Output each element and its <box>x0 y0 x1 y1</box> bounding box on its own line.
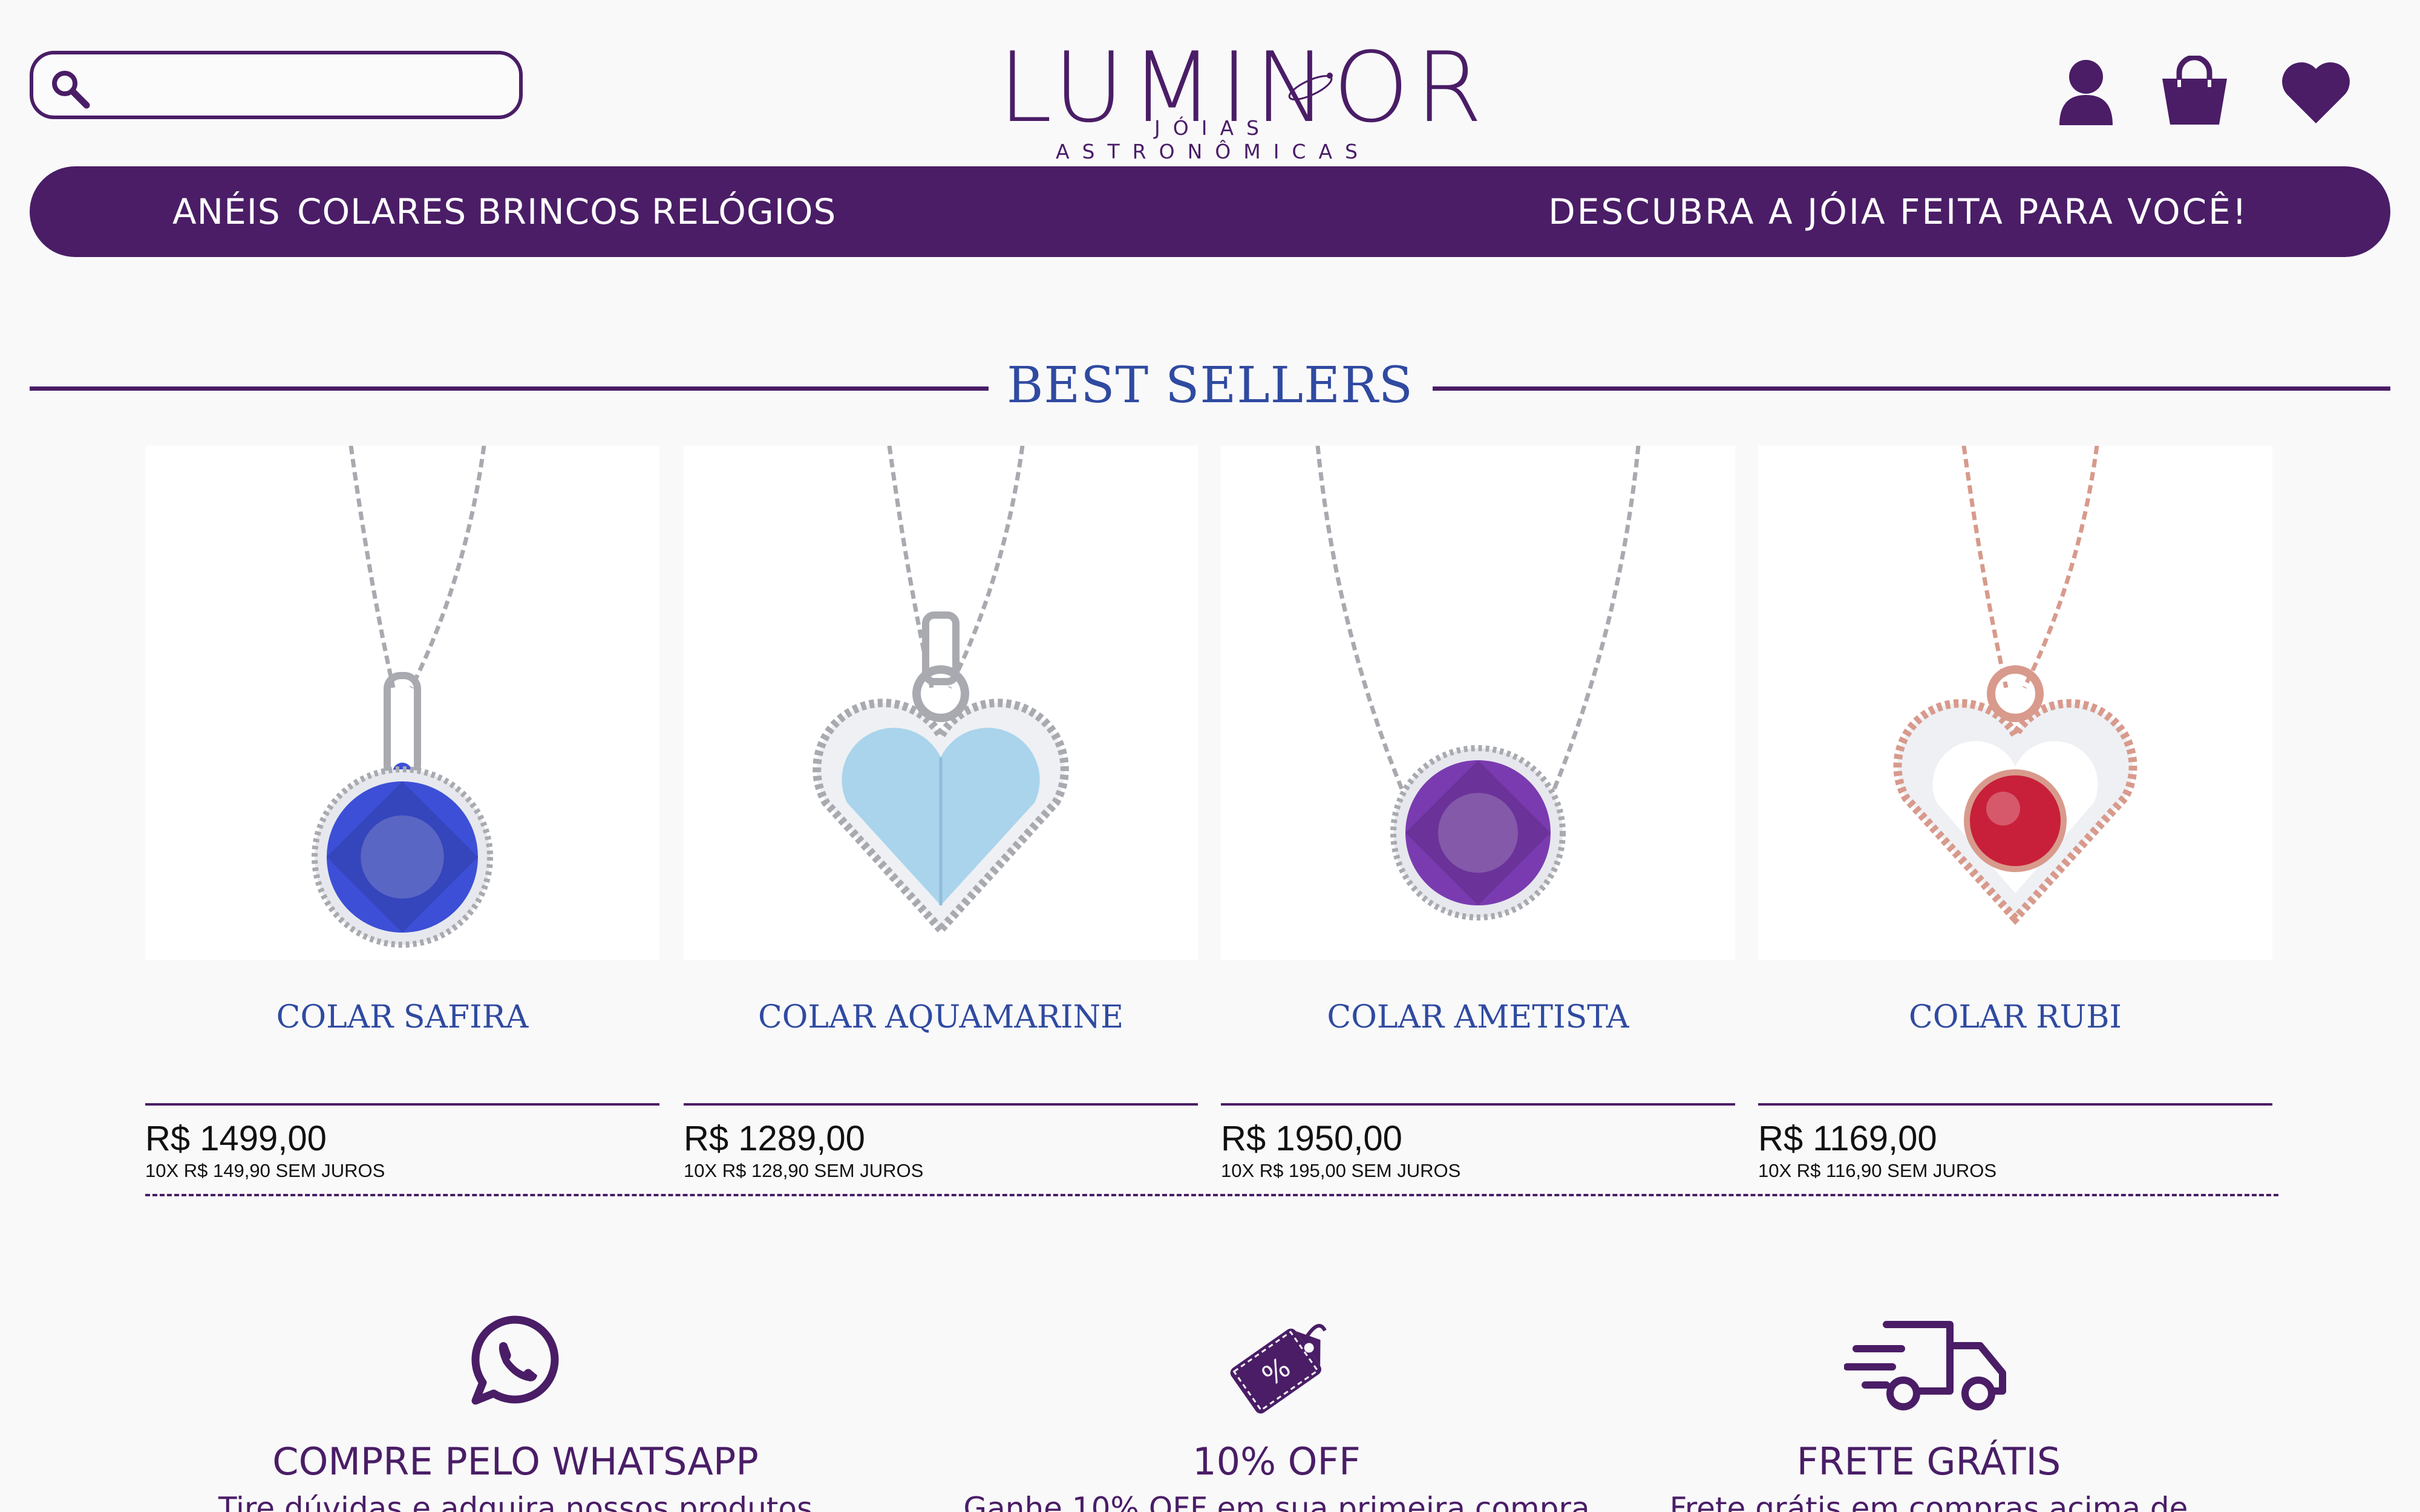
search-input[interactable] <box>103 68 502 104</box>
product-price: R$ 1499,00 <box>145 1119 327 1158</box>
product-name[interactable]: COLAR AQUAMARINE <box>684 999 1198 1035</box>
user-icon[interactable] <box>2056 57 2116 127</box>
product-name[interactable]: COLAR AMETISTA <box>1221 999 1735 1035</box>
product-installments: 10X R$ 195,00 SEM JUROS <box>1221 1160 1461 1181</box>
nav-tagline: DESCUBRA A JÓIA FEITA PARA VOCÊ! <box>1548 191 2248 232</box>
necklace-pendant-illustration <box>813 445 1069 936</box>
product-price: R$ 1950,00 <box>1221 1119 1402 1158</box>
section-divider-left <box>30 386 989 391</box>
product-divider <box>145 1103 659 1106</box>
product-image[interactable] <box>1758 445 2272 960</box>
product-name[interactable]: COLAR RUBI <box>1758 999 2272 1035</box>
product-divider <box>1221 1103 1735 1106</box>
product-card[interactable]: COLAR RUBI R$ 1169,00 10X R$ 116,90 SEM JU… <box>1758 445 2272 1190</box>
section-divider-right <box>1433 386 2390 391</box>
product-image[interactable] <box>1221 445 1735 960</box>
feature-title: FRETE GRÁTIS <box>1796 1439 2061 1484</box>
product-name[interactable]: COLAR SAFIRA <box>145 999 659 1035</box>
product-divider <box>1758 1103 2272 1106</box>
products-bottom-divider <box>145 1194 2278 1196</box>
delivery-truck-icon <box>1844 1321 2006 1410</box>
nav-item-aneis[interactable]: ANÉIS <box>172 191 281 233</box>
necklace-pendant-illustration <box>312 445 493 948</box>
discount-tag-icon: % <box>1230 1324 1327 1414</box>
feature-title: COMPRE PELO WHATSAPP <box>272 1439 759 1484</box>
product-price: R$ 1169,00 <box>1758 1119 1937 1158</box>
search-icon[interactable] <box>47 65 95 114</box>
nav-item-colares[interactable]: COLARES <box>297 191 466 233</box>
product-card[interactable]: COLAR SAFIRA R$ 1499,00 10X R$ 149,90 SEM … <box>145 445 659 1190</box>
product-installments: 10X R$ 128,90 SEM JUROS <box>684 1160 924 1181</box>
product-image[interactable] <box>145 445 659 960</box>
feature-discount[interactable]: % 10% OFF Ganhe 10% OFF em sua primeira … <box>944 1312 1609 1512</box>
heart-icon[interactable] <box>2280 60 2352 126</box>
section-title: BEST SELLERS <box>1007 357 1413 414</box>
shopping-bag-icon[interactable] <box>2160 56 2229 127</box>
nav-item-relogios[interactable]: RELÓGIOS <box>652 191 836 233</box>
product-installments: 10X R$ 116,90 SEM JUROS <box>1758 1160 1996 1181</box>
feature-description: Tire dúvidas e adquira nossos produtos <box>218 1491 813 1512</box>
necklace-pendant-illustration <box>1893 445 2137 925</box>
feature-free-shipping[interactable]: FRETE GRÁTIS Frete grátis em compras aci… <box>1596 1312 2261 1512</box>
logo-tagline: JÓIAS ASTRONÔMICAS <box>1055 116 1370 163</box>
product-image[interactable] <box>684 445 1198 960</box>
feature-whatsapp[interactable]: COMPRE PELO WHATSAPP Tire dúvidas e adqu… <box>183 1312 848 1512</box>
necklace-pendant-illustration <box>1315 445 1641 921</box>
feature-description: Ganhe 10% OFF em sua primeira compra <box>963 1491 1590 1512</box>
nav-item-brincos[interactable]: BRINCOS <box>477 191 641 233</box>
feature-title: 10% OFF <box>1192 1439 1361 1484</box>
logo[interactable]: LUMINOR JÓIAS ASTRONÔMICAS <box>998 36 1482 164</box>
feature-description: Frete grátis em compras acima de <box>1669 1491 2188 1512</box>
main-nav: ANÉIS COLARES BRINCOS RELÓGIOS DESCUBRA … <box>30 166 2390 257</box>
product-card[interactable]: COLAR AMETISTA R$ 1950,00 10X R$ 195,00 SE… <box>1221 445 1735 1190</box>
whatsapp-icon <box>471 1315 559 1405</box>
product-price: R$ 1289,00 <box>684 1119 865 1158</box>
search-box[interactable] <box>30 51 523 119</box>
product-divider <box>684 1103 1198 1106</box>
product-installments: 10X R$ 149,90 SEM JUROS <box>145 1160 385 1181</box>
product-card[interactable]: COLAR AQUAMARINE R$ 1289,00 10X R$ 128,90 … <box>684 445 1198 1190</box>
